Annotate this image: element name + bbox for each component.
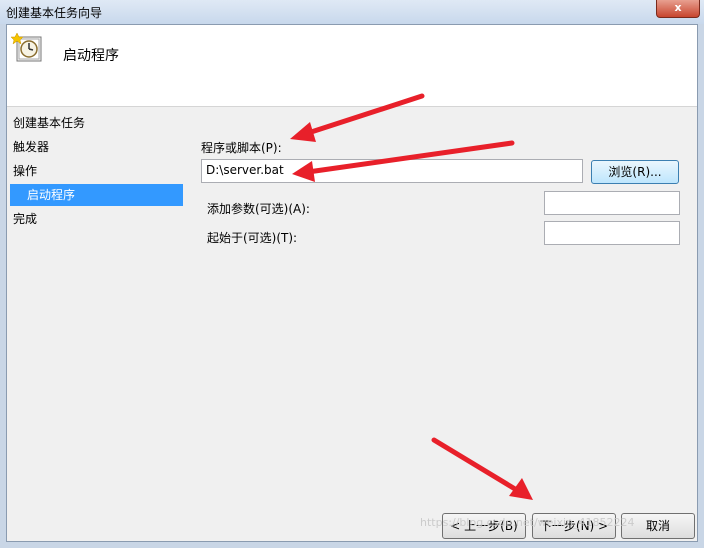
close-button[interactable]: x [656, 0, 700, 18]
title-bar: 创建基本任务向导 x [0, 0, 704, 24]
wizard-header: 启动程序 [7, 25, 697, 107]
startin-input[interactable] [544, 221, 680, 245]
args-input[interactable] [544, 191, 680, 215]
nav-item-start-program[interactable]: 启动程序 [10, 184, 183, 206]
watermark: https://blog.csdn.net/weixin_41852224 [420, 516, 635, 529]
startin-label: 起始于(可选)(T): [207, 231, 298, 245]
wizard-window: 启动程序 创建基本任务 触发器 操作 启动程序 完成 程序或脚本(P): D:\… [6, 24, 698, 542]
nav-item-trigger[interactable]: 触发器 [7, 135, 185, 159]
clock-task-icon [11, 32, 42, 62]
nav-item-finish[interactable]: 完成 [7, 207, 185, 231]
program-label: 程序或脚本(P): [201, 141, 282, 155]
args-label: 添加参数(可选)(A): [207, 202, 310, 216]
nav-item-create-task[interactable]: 创建基本任务 [7, 111, 185, 135]
page-title: 启动程序 [63, 48, 119, 64]
wizard-nav: 创建基本任务 触发器 操作 启动程序 完成 [7, 111, 185, 231]
program-input[interactable]: D:\server.bat [201, 159, 583, 183]
window-title: 创建基本任务向导 [6, 6, 103, 20]
nav-item-action[interactable]: 操作 [7, 159, 185, 183]
browse-button[interactable]: 浏览(R)... [591, 160, 679, 184]
